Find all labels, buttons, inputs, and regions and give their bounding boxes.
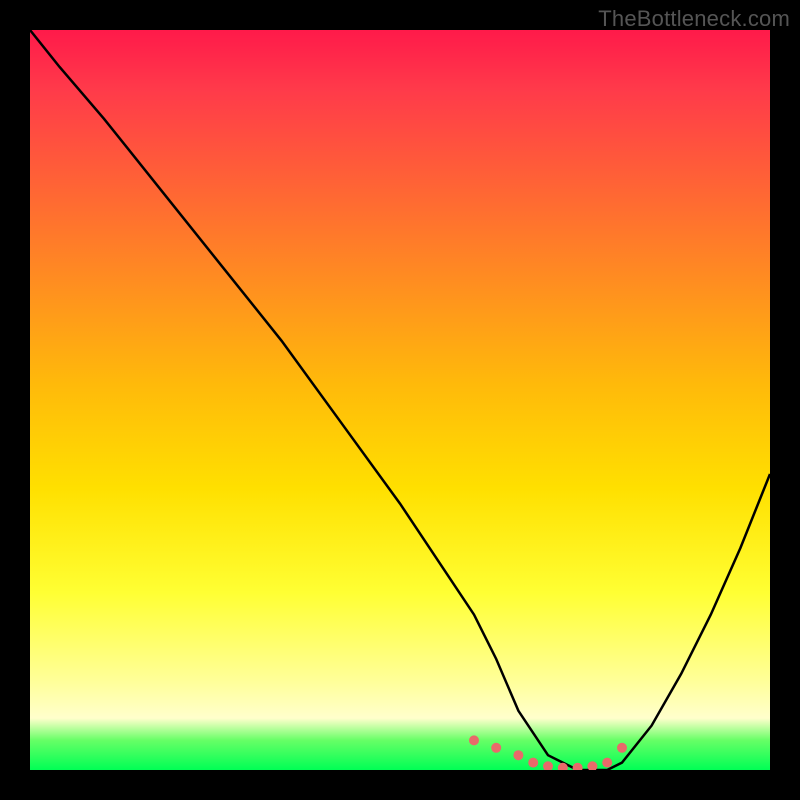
- dotted-point: [543, 761, 553, 770]
- dotted-point: [469, 735, 479, 745]
- dotted-region-group: [469, 735, 627, 770]
- watermark-text: TheBottleneck.com: [598, 6, 790, 32]
- curve-svg: [30, 30, 770, 770]
- dotted-point: [602, 758, 612, 768]
- dotted-point: [513, 750, 523, 760]
- chart-container: TheBottleneck.com: [0, 0, 800, 800]
- dotted-point: [528, 758, 538, 768]
- dotted-point: [491, 743, 501, 753]
- dotted-point: [573, 763, 583, 770]
- dotted-point: [617, 743, 627, 753]
- bottleneck-curve-path: [30, 30, 770, 770]
- plot-area: [30, 30, 770, 770]
- dotted-point: [587, 761, 597, 770]
